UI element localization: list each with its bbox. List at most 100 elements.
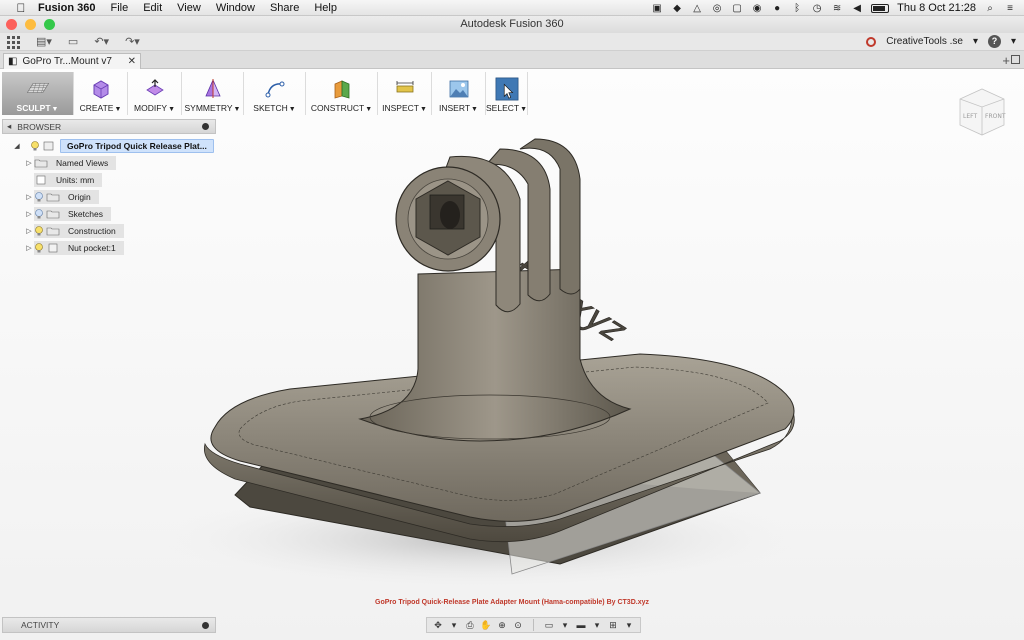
menu-help[interactable]: Help xyxy=(314,2,337,14)
help-icon[interactable]: ? xyxy=(987,35,1001,48)
select-menu-button[interactable]: SELECT▼ xyxy=(486,72,528,115)
visual-style-chevron-down-icon[interactable]: ▾ xyxy=(590,619,604,631)
new-tab-icon[interactable]: + xyxy=(1002,53,1010,68)
viewcube[interactable]: LEFT FRONT xyxy=(954,85,1010,139)
zoom-window-button[interactable] xyxy=(44,19,55,30)
visibility-bulb-icon[interactable] xyxy=(34,243,44,253)
pin-panel-icon[interactable] xyxy=(202,123,209,130)
menu-window[interactable]: Window xyxy=(216,2,255,14)
visual-style-icon[interactable]: ▬ xyxy=(574,619,588,631)
dropbox-icon[interactable]: ◆ xyxy=(671,2,683,14)
clock[interactable]: Thu 8 Oct 21:28 xyxy=(897,2,976,14)
display-chevron-down-icon[interactable]: ▾ xyxy=(558,619,572,631)
menu-share[interactable]: Share xyxy=(270,2,299,14)
save-icon[interactable]: ▭ xyxy=(68,35,78,48)
document-tab[interactable]: ◧ GoPro Tr...Mount v7 ✕ xyxy=(3,53,141,69)
menu-file[interactable]: File xyxy=(110,2,128,14)
inspect-menu-button[interactable]: INSPECT▼ xyxy=(378,72,432,115)
construct-menu-button[interactable]: CONSTRUCT▼ xyxy=(306,72,378,115)
expand-icon[interactable]: ▷ xyxy=(24,159,34,167)
browser-node-origin[interactable]: ▷ Origin xyxy=(24,190,99,204)
viewcube-left-face[interactable]: LEFT xyxy=(963,113,977,120)
browser-node-sketches[interactable]: ▷ Sketches xyxy=(24,207,111,221)
collapse-panel-icon[interactable]: ◂ xyxy=(7,121,11,132)
browser-header[interactable]: ◂ BROWSER xyxy=(2,119,216,134)
orbit-chevron-down-icon[interactable]: ▾ xyxy=(447,619,461,631)
drive-icon[interactable]: △ xyxy=(691,2,703,14)
display-settings-icon[interactable]: ▭ xyxy=(542,619,556,631)
expand-icon[interactable]: ▷ xyxy=(24,244,34,252)
apple-icon[interactable]:  xyxy=(14,1,28,15)
file-menu-icon[interactable]: ▤▾ xyxy=(36,35,52,48)
sculpt-workspace-button[interactable]: SCULPT▼ xyxy=(2,72,74,115)
help-chevron-down-icon[interactable]: ▾ xyxy=(1011,36,1016,47)
activity-pin-icon[interactable] xyxy=(202,621,209,629)
user-chevron-down-icon[interactable]: ▾ xyxy=(973,36,978,47)
battery-icon[interactable] xyxy=(871,3,890,13)
symmetry-label: SYMMETRY xyxy=(184,103,233,113)
sketch-menu-button[interactable]: SKETCH▼ xyxy=(244,72,306,115)
browser-node-nut-pocket[interactable]: ▷ Nut pocket:1 xyxy=(24,241,124,255)
viewcube-front-face[interactable]: FRONT xyxy=(985,113,1006,120)
activity-panel[interactable]: ACTIVITY xyxy=(2,617,216,633)
app-menu[interactable]: Fusion 360 xyxy=(38,2,95,14)
symmetry-menu-button[interactable]: SYMMETRY▼ xyxy=(182,72,244,115)
workspace: ct3d.xyz SCULPT▼ CREATE▼ xyxy=(0,69,1024,640)
notification-center-icon[interactable]: ≡ xyxy=(1004,2,1016,14)
expand-icon[interactable]: ▷ xyxy=(24,210,34,218)
browser-node-label: Units: mm xyxy=(52,173,101,187)
browser-node-construction[interactable]: ▷ Construction xyxy=(24,224,124,238)
close-window-button[interactable] xyxy=(6,19,17,30)
redo-icon[interactable]: ↷▾ xyxy=(125,35,140,48)
grid-chevron-down-icon[interactable]: ▾ xyxy=(622,619,636,631)
symmetry-chevron-down-icon: ▼ xyxy=(233,106,241,113)
browser-root-node[interactable]: ◢ GoPro Tripod Quick Release Plat... xyxy=(12,139,214,153)
modify-menu-button[interactable]: MODIFY▼ xyxy=(128,72,182,115)
look-at-icon[interactable]: ⎙ xyxy=(463,619,477,631)
menu-view[interactable]: View xyxy=(177,2,201,14)
model-caption: GoPro Tripod Quick-Release Plate Adapter… xyxy=(375,599,649,606)
visibility-bulb-icon[interactable] xyxy=(34,192,44,202)
browser-node-label: Named Views xyxy=(52,156,115,170)
create-menu-button[interactable]: CREATE▼ xyxy=(74,72,128,115)
close-tab-icon[interactable]: ✕ xyxy=(128,56,136,67)
orbit-icon[interactable]: ✥ xyxy=(431,619,445,631)
construct-chevron-down-icon: ▼ xyxy=(365,106,373,113)
visibility-bulb-icon[interactable] xyxy=(34,226,44,236)
browser-node-units[interactable]: Units: mm xyxy=(34,173,103,187)
user-account-menu[interactable]: CreativeTools .se xyxy=(886,36,963,47)
creative-cloud-icon[interactable]: ◎ xyxy=(711,2,723,14)
insert-menu-button[interactable]: INSERT▼ xyxy=(432,72,486,115)
spotlight-icon[interactable]: ⌕ xyxy=(984,2,996,14)
fit-icon[interactable]: ⊙ xyxy=(511,619,525,631)
menu-edit[interactable]: Edit xyxy=(143,2,162,14)
expand-icon[interactable]: ▷ xyxy=(24,227,34,235)
window-restore-icon[interactable] xyxy=(1011,55,1020,64)
undo-icon[interactable]: ↶▾ xyxy=(94,35,109,48)
browser-node-label: Origin xyxy=(64,190,97,204)
zoom-icon[interactable]: ⊕ xyxy=(495,619,509,631)
bluetooth-icon[interactable]: ᛒ xyxy=(791,2,803,14)
folder-icon xyxy=(46,227,60,236)
expand-collapse-icon[interactable]: ◢ xyxy=(12,142,22,150)
volume-icon[interactable]: ◀ xyxy=(851,2,863,14)
record-icon[interactable]: ◉ xyxy=(751,2,763,14)
create-chevron-down-icon: ▼ xyxy=(114,106,122,113)
sketch-label: SKETCH xyxy=(253,103,288,113)
screen-icon[interactable]: ▢ xyxy=(731,2,743,14)
time-machine-icon[interactable]: ◷ xyxy=(811,2,823,14)
pan-icon[interactable]: ✋ xyxy=(479,619,493,631)
job-status-icon[interactable] xyxy=(866,36,877,47)
notification-icon[interactable]: ● xyxy=(771,2,783,14)
minimize-window-button[interactable] xyxy=(25,19,36,30)
grid-settings-icon[interactable]: ⊞ xyxy=(606,619,620,631)
browser-node-named-views[interactable]: ▷ Named Views xyxy=(24,156,117,170)
data-panel-grid-icon[interactable] xyxy=(7,35,20,49)
model-canvas[interactable]: ct3d.xyz xyxy=(0,69,1024,640)
photos-icon[interactable]: ▣ xyxy=(651,2,663,14)
visibility-bulb-icon[interactable] xyxy=(30,141,40,151)
expand-icon[interactable]: ▷ xyxy=(24,193,34,201)
wifi-icon[interactable]: ≋ xyxy=(831,2,843,14)
insert-icon xyxy=(447,77,471,101)
visibility-bulb-icon[interactable] xyxy=(34,209,44,219)
